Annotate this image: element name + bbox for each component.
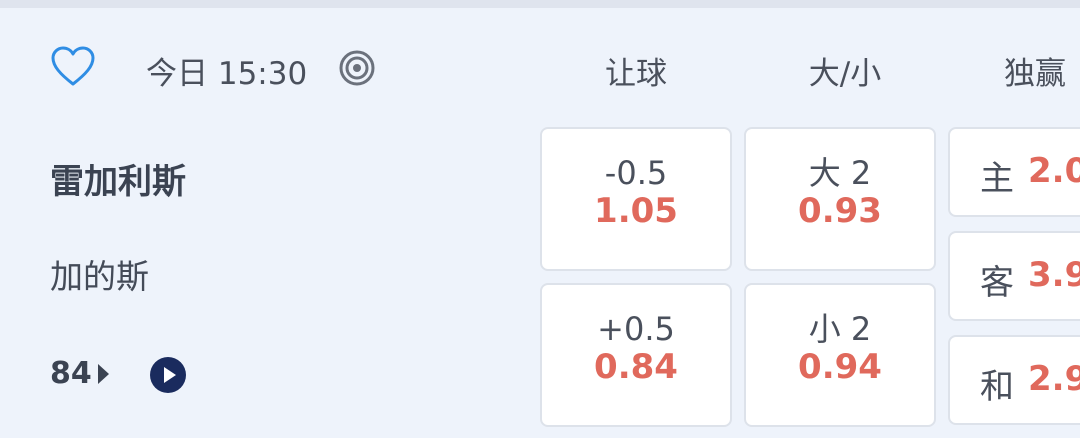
handicap-line: -0.5 [604, 154, 668, 192]
live-radar-icon[interactable] [338, 49, 376, 87]
away-team-name: 加的斯 [50, 257, 149, 296]
column-header-over-under: 大/小 [808, 56, 882, 92]
odds-price: 2.0 [1028, 151, 1080, 191]
odds-price: 2.9 [1028, 359, 1080, 399]
odds-button-moneyline-draw[interactable]: 和 2.9 [948, 335, 1080, 425]
column-header-handicap: 让球 [605, 56, 667, 92]
odds-button-under[interactable]: 小 2 0.94 [744, 283, 936, 427]
moneyline-label: 客 [980, 263, 1014, 303]
more-markets-link[interactable]: 84 [50, 356, 109, 391]
caret-right-icon [97, 363, 109, 384]
odds-price: 0.94 [798, 347, 882, 387]
odds-button-handicap-away[interactable]: +0.5 0.84 [540, 283, 732, 427]
odds-price: 0.93 [798, 191, 882, 231]
more-markets-count: 84 [50, 356, 92, 391]
home-team-name: 雷加利斯 [50, 162, 186, 202]
top-divider [0, 0, 1080, 8]
play-video-icon[interactable] [149, 356, 187, 394]
odds-button-moneyline-away[interactable]: 客 3.9 [948, 231, 1080, 321]
odds-button-moneyline-home[interactable]: 主 2.0 [948, 127, 1080, 217]
total-line: 小 2 [808, 310, 872, 348]
odds-price: 1.05 [594, 191, 678, 231]
moneyline-label: 和 [980, 367, 1014, 407]
odds-price: 0.84 [594, 347, 678, 387]
column-header-moneyline: 独赢 [1004, 56, 1066, 92]
odds-button-over[interactable]: 大 2 0.93 [744, 127, 936, 271]
moneyline-label: 主 [980, 159, 1014, 199]
match-time: 今日 15:30 [146, 56, 308, 92]
favorite-heart-icon[interactable] [50, 46, 96, 88]
total-line: 大 2 [808, 154, 872, 192]
odds-button-handicap-home[interactable]: -0.5 1.05 [540, 127, 732, 271]
odds-price: 3.9 [1028, 255, 1080, 295]
handicap-line: +0.5 [597, 310, 675, 348]
